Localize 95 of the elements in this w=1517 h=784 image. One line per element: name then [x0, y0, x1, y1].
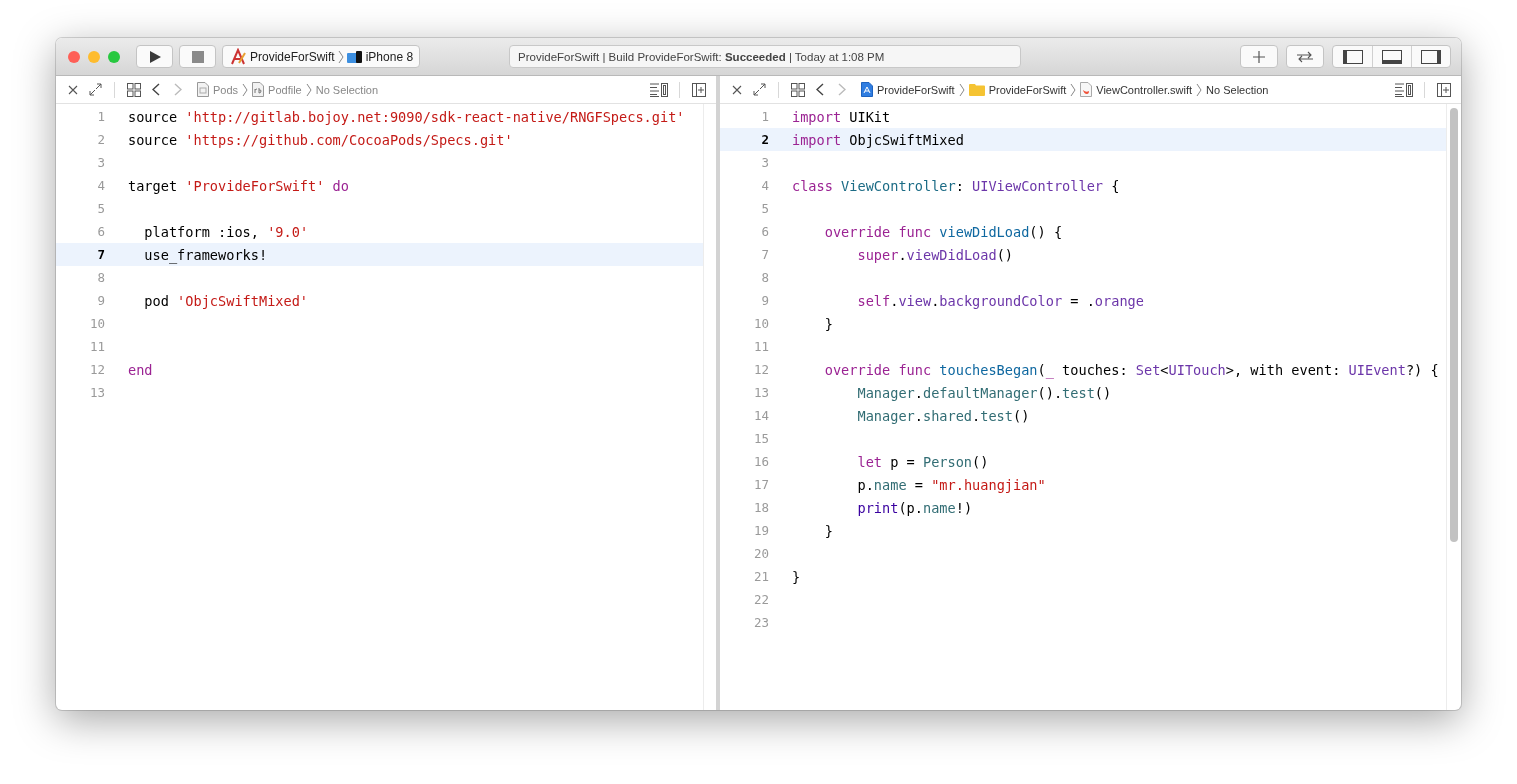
- code-line: }: [823, 522, 833, 539]
- chevron-icon: [305, 82, 312, 97]
- line-number: 3: [760, 155, 769, 170]
- line-number: 6: [760, 224, 769, 239]
- code-line: p.name = "mr.huangjian": [856, 476, 1046, 493]
- scheme-name: ProvideForSwift: [250, 49, 335, 64]
- line-number: 19: [752, 523, 769, 538]
- left-panel-icon: [1342, 49, 1363, 64]
- code-line: pod 'ObjcSwiftMixed': [143, 292, 309, 309]
- line-number: 8: [96, 270, 105, 285]
- line-number: 10: [88, 316, 105, 331]
- chevron-icon: [1070, 82, 1077, 97]
- line-number: 17: [752, 477, 769, 492]
- line-number: 2: [760, 132, 769, 147]
- scrollbar-thumb[interactable]: [1450, 108, 1458, 542]
- line-number: 1: [96, 109, 105, 124]
- line-number: 6: [96, 224, 105, 239]
- line-number: 13: [88, 385, 105, 400]
- line-number: 13: [752, 385, 769, 400]
- line-number: 16: [752, 454, 769, 469]
- line-number: 12: [88, 362, 105, 377]
- line-number: 5: [760, 201, 769, 216]
- code-line: override func viewDidLoad() {: [823, 223, 1063, 240]
- breadcrumb-item[interactable]: ProvideForSwift: [861, 82, 955, 97]
- line-number: 1: [760, 109, 769, 124]
- line-number: 20: [752, 546, 769, 561]
- code-line: self.view.backgroundColor = .orange: [856, 292, 1144, 309]
- chevron-icon: [337, 49, 344, 64]
- breadcrumb-item[interactable]: ProvideForSwift: [968, 83, 1067, 96]
- line-number: 10: [752, 316, 769, 331]
- device-icon: [346, 49, 363, 64]
- code-line: print(p.name!): [856, 499, 973, 516]
- app-icon: [229, 47, 247, 66]
- code-line: Manager.defaultManager().test(): [856, 384, 1112, 401]
- breadcrumb-item[interactable]: No Selection: [1206, 83, 1269, 96]
- line-number: 9: [760, 293, 769, 308]
- document-icon: [197, 82, 209, 97]
- line-number: 18: [752, 500, 769, 515]
- device-name: iPhone 8: [365, 49, 414, 64]
- bottom-panel-icon: [1382, 49, 1402, 64]
- code-line: source 'http://gitlab.bojoy.net:9090/sdk-react-native/RNGFSpecs.git': [128, 108, 685, 125]
- line-number: 22: [752, 592, 769, 607]
- arrows-icon: [1295, 49, 1315, 64]
- code-line: Manager.shared.test(): [856, 407, 1030, 424]
- code-line: import UIKit: [792, 108, 891, 125]
- breadcrumb-item[interactable]: Pods: [197, 82, 239, 97]
- line-number: 23: [752, 615, 769, 630]
- line-number: 5: [96, 201, 105, 216]
- breadcrumb-item[interactable]: No Selection: [315, 83, 379, 96]
- chevron-icon: [958, 82, 965, 97]
- project-icon: [861, 82, 873, 97]
- code-line: import ObjcSwiftMixed: [792, 131, 964, 148]
- code-line: platform :ios, '9.0': [143, 223, 309, 240]
- line-number: 2: [96, 132, 105, 147]
- line-number: 7: [96, 247, 105, 262]
- scheme-selector[interactable]: ProvideForSwift iPhone 8: [222, 45, 421, 68]
- code-line: use_frameworks!: [143, 246, 268, 263]
- stop-icon: [191, 50, 204, 63]
- line-number: 4: [760, 178, 769, 193]
- code-line: end: [128, 361, 153, 378]
- line-number: 3: [96, 155, 105, 170]
- panel-toggle-control[interactable]: [1332, 45, 1451, 68]
- plus-icon: [1252, 49, 1266, 64]
- line-number: 11: [752, 339, 769, 354]
- stop-button[interactable]: [179, 45, 216, 68]
- add-button[interactable]: [1240, 45, 1278, 68]
- code-line: let p = Person(): [856, 453, 989, 470]
- chevron-icon: [1196, 82, 1203, 97]
- line-number: 9: [96, 293, 105, 308]
- code-line: target 'ProvideForSwift' do: [128, 177, 349, 194]
- swap-arrows-button[interactable]: [1286, 45, 1324, 68]
- breadcrumb-item[interactable]: ViewController.swift: [1080, 82, 1193, 97]
- chevron-icon: [242, 82, 249, 97]
- line-number: 11: [88, 339, 105, 354]
- right-panel-icon: [1421, 49, 1441, 64]
- code-line: class ViewController: UIViewController {: [792, 177, 1120, 194]
- line-number: 21: [752, 569, 769, 584]
- run-button[interactable]: [136, 45, 173, 68]
- code-line: super.viewDidLoad(): [856, 246, 1013, 263]
- code-line: }: [792, 568, 801, 585]
- code-line: source 'https://github.com/CocoaPods/Specs.git': [128, 131, 513, 148]
- play-icon: [147, 49, 162, 64]
- code-line: }: [823, 315, 833, 332]
- line-number: 15: [752, 431, 769, 446]
- line-number: 12: [752, 362, 769, 377]
- swift-file-icon: [1080, 82, 1093, 97]
- line-number: 8: [760, 270, 769, 285]
- file-icon: [252, 82, 265, 97]
- breadcrumb-item[interactable]: Podfile: [252, 82, 302, 97]
- code-line: override func touchesBegan(_ touches: Set<UITouch>, with event: UIEvent?) {: [823, 361, 1439, 378]
- build-status-text: ProvideForSwift | Build ProvideForSwift: Succeeded | Today at 1:08 PM: [518, 50, 885, 63]
- line-number: 14: [752, 408, 769, 423]
- folder-icon: [968, 83, 985, 96]
- line-number: 4: [96, 178, 105, 193]
- line-number: 7: [760, 247, 769, 262]
